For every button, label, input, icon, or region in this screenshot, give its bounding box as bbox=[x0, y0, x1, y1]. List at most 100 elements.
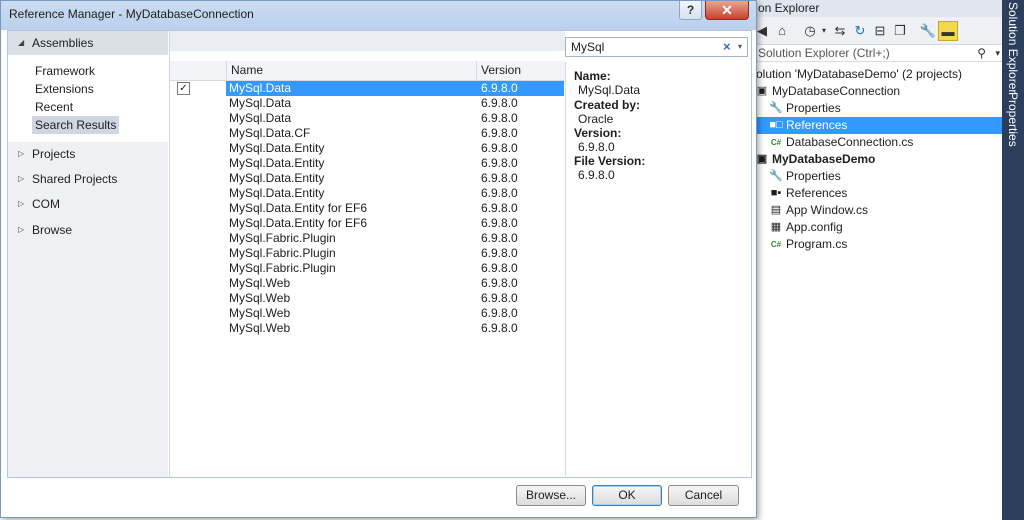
ok-button[interactable]: OK bbox=[592, 485, 662, 506]
list-item[interactable]: MySql.Web 6.9.8.0 bbox=[170, 291, 565, 306]
tree-item[interactable]: olution 'MyDatabaseDemo' (2 projects) bbox=[748, 66, 1002, 83]
list-item[interactable]: MySql.Web 6.9.8.0 bbox=[170, 306, 565, 321]
list-item-version: 6.9.8.0 bbox=[481, 246, 518, 260]
nav-projects[interactable]: ▷ Projects bbox=[8, 142, 168, 166]
refresh-icon[interactable]: ↻ bbox=[850, 21, 870, 41]
list-item[interactable]: MySql.Data 6.9.8.0 bbox=[170, 111, 565, 126]
column-header-version[interactable]: Version bbox=[476, 61, 542, 80]
detail-version-value: 6.9.8.0 bbox=[578, 140, 615, 154]
list-item[interactable]: MySql.Web 6.9.8.0 bbox=[170, 276, 565, 291]
detail-version-label: Version: bbox=[574, 126, 622, 140]
list-item[interactable]: MySql.Fabric.Plugin 6.9.8.0 bbox=[170, 246, 565, 261]
nav-assemblies-label: Assemblies bbox=[32, 36, 94, 50]
tree-item-label: References bbox=[786, 186, 848, 200]
search-input[interactable]: MySql × ▾ bbox=[565, 37, 748, 57]
close-button[interactable]: ✕ bbox=[705, 1, 749, 20]
list-item[interactable]: ✓ MySql.Data 6.9.8.0 bbox=[170, 81, 565, 96]
nav-com[interactable]: ▷ COM bbox=[8, 192, 168, 216]
sync-icon[interactable]: ⇆ bbox=[830, 21, 850, 41]
solution-explorer-toolbar: ◀ ⌂ ◷ ▾ ⇆ ↻ ⊟ ❐ 🔧 ▬ bbox=[748, 17, 1002, 45]
reference-manager-dialog: Reference Manager - MyDatabaseConnection… bbox=[0, 0, 757, 518]
nav-assemblies[interactable]: ◢ Assemblies bbox=[8, 31, 168, 55]
list-item[interactable]: MySql.Data.Entity 6.9.8.0 bbox=[170, 171, 565, 186]
tree-item[interactable]: ▦ App.config bbox=[748, 219, 1002, 236]
column-header-name[interactable]: Name bbox=[226, 61, 476, 80]
list-item[interactable]: MySql.Data.Entity 6.9.8.0 bbox=[170, 186, 565, 201]
list-item[interactable]: MySql.Data.Entity 6.9.8.0 bbox=[170, 141, 565, 156]
solution-explorer-search-input[interactable]: Solution Explorer (Ctrl+;) ⚲ ▾ bbox=[748, 45, 1002, 62]
list-item[interactable]: MySql.Data.Entity for EF6 6.9.8.0 bbox=[170, 201, 565, 216]
list-item-version: 6.9.8.0 bbox=[481, 156, 518, 170]
list-item[interactable]: MySql.Fabric.Plugin 6.9.8.0 bbox=[170, 231, 565, 246]
tree-item-label: MyDatabaseConnection bbox=[772, 84, 901, 98]
tree-item-icon: 🔧 bbox=[769, 170, 783, 182]
assembly-list: Name Version ✓ MySql.Data 6.9.8.0 MySql.Dat… bbox=[169, 31, 565, 477]
collapse-all-icon[interactable]: ⊟ bbox=[870, 21, 890, 41]
nav-browse[interactable]: ▷ Browse bbox=[8, 218, 168, 242]
side-tab-strip: Solution Explorer Properties bbox=[1002, 0, 1024, 520]
list-item-name: MySql.Data.Entity bbox=[229, 186, 325, 200]
list-item[interactable]: MySql.Fabric.Plugin 6.9.8.0 bbox=[170, 261, 565, 276]
chevron-down-icon[interactable]: ▾ bbox=[738, 42, 742, 51]
nav-extensions[interactable]: Extensions bbox=[32, 80, 97, 98]
tree-item[interactable]: 🔧 Properties bbox=[748, 168, 1002, 185]
expanded-triangle-icon: ◢ bbox=[18, 38, 25, 47]
list-item-name: MySql.Fabric.Plugin bbox=[229, 261, 336, 275]
clear-search-icon[interactable]: × bbox=[723, 39, 731, 54]
tree-item-label: App.config bbox=[786, 220, 843, 234]
list-item-version: 6.9.8.0 bbox=[481, 111, 518, 125]
pin-icon[interactable]: ▬ bbox=[938, 21, 958, 41]
nav-browse-label: Browse bbox=[32, 223, 73, 237]
tree-item[interactable]: ▣ MyDatabaseConnection bbox=[748, 83, 1002, 100]
tree-item-icon: ■▪ bbox=[770, 187, 782, 199]
nav-search-results[interactable]: Search Results bbox=[32, 116, 120, 134]
tree-item[interactable]: C# Program.cs bbox=[748, 236, 1002, 253]
tree-item[interactable]: ■□ References bbox=[748, 117, 1002, 134]
list-item[interactable]: MySql.Data.Entity 6.9.8.0 bbox=[170, 156, 565, 171]
list-item-version: 6.9.8.0 bbox=[481, 186, 518, 200]
list-item-version: 6.9.8.0 bbox=[481, 81, 518, 95]
tree-item[interactable]: ▤ App Window.cs bbox=[748, 202, 1002, 219]
cancel-button[interactable]: Cancel bbox=[668, 485, 739, 506]
collapsed-triangle-icon: ▷ bbox=[18, 199, 25, 208]
tree-item[interactable]: ▣ MyDatabaseDemo bbox=[748, 151, 1002, 168]
tree-item-label: Program.cs bbox=[786, 237, 848, 251]
column-header-check[interactable] bbox=[170, 61, 226, 80]
browse-button[interactable]: Browse... bbox=[516, 485, 586, 506]
wrench-icon[interactable]: 🔧 bbox=[918, 21, 938, 41]
tree-item-icon: 🔧 bbox=[769, 102, 783, 114]
search-icon[interactable]: ⚲ bbox=[977, 45, 986, 61]
tree-item[interactable]: 🔧 Properties bbox=[748, 100, 1002, 117]
copy-icon[interactable]: ❐ bbox=[890, 21, 910, 41]
list-item-name: MySql.Data.Entity for EF6 bbox=[229, 201, 368, 215]
chevron-down-icon[interactable]: ▾ bbox=[995, 45, 1000, 61]
side-tab-properties[interactable]: Properties bbox=[1004, 92, 1022, 147]
home-icon[interactable]: ⌂ bbox=[772, 21, 792, 41]
list-item[interactable]: MySql.Data 6.9.8.0 bbox=[170, 96, 565, 111]
row-checkbox[interactable]: ✓ bbox=[177, 82, 190, 95]
list-top-band bbox=[170, 31, 565, 51]
list-item-version: 6.9.8.0 bbox=[481, 171, 518, 185]
detail-file-version-value: 6.9.8.0 bbox=[578, 168, 615, 182]
help-button[interactable]: ? bbox=[679, 1, 702, 20]
nav-recent[interactable]: Recent bbox=[32, 98, 76, 116]
tree-item-icon: ▤ bbox=[770, 204, 782, 216]
dialog-body: ◢ Assemblies Framework Extensions Recent… bbox=[7, 30, 752, 478]
list-item[interactable]: MySql.Data.Entity for EF6 6.9.8.0 bbox=[170, 216, 565, 231]
tree-item-icon: ▦ bbox=[770, 221, 782, 233]
dialog-titlebar[interactable]: Reference Manager - MyDatabaseConnection… bbox=[1, 1, 756, 30]
assemblies-subnav: Framework Extensions Recent Search Resul… bbox=[8, 55, 168, 142]
list-item-version: 6.9.8.0 bbox=[481, 306, 518, 320]
nav-shared-projects[interactable]: ▷ Shared Projects bbox=[8, 167, 168, 191]
tree-item[interactable]: ■▪ References bbox=[748, 185, 1002, 202]
side-tab-solution-explorer[interactable]: Solution Explorer bbox=[1004, 2, 1022, 93]
list-item[interactable]: MySql.Web 6.9.8.0 bbox=[170, 321, 565, 336]
detail-created-label: Created by: bbox=[574, 98, 641, 112]
collapsed-triangle-icon: ▷ bbox=[18, 174, 25, 183]
list-item-name: MySql.Web bbox=[229, 306, 291, 320]
list-item[interactable]: MySql.Data.CF 6.9.8.0 bbox=[170, 126, 565, 141]
tree-item[interactable]: C# DatabaseConnection.cs bbox=[748, 134, 1002, 151]
nav-framework[interactable]: Framework bbox=[32, 62, 98, 80]
tree-item-label: App Window.cs bbox=[786, 203, 869, 217]
list-item-version: 6.9.8.0 bbox=[481, 321, 518, 335]
